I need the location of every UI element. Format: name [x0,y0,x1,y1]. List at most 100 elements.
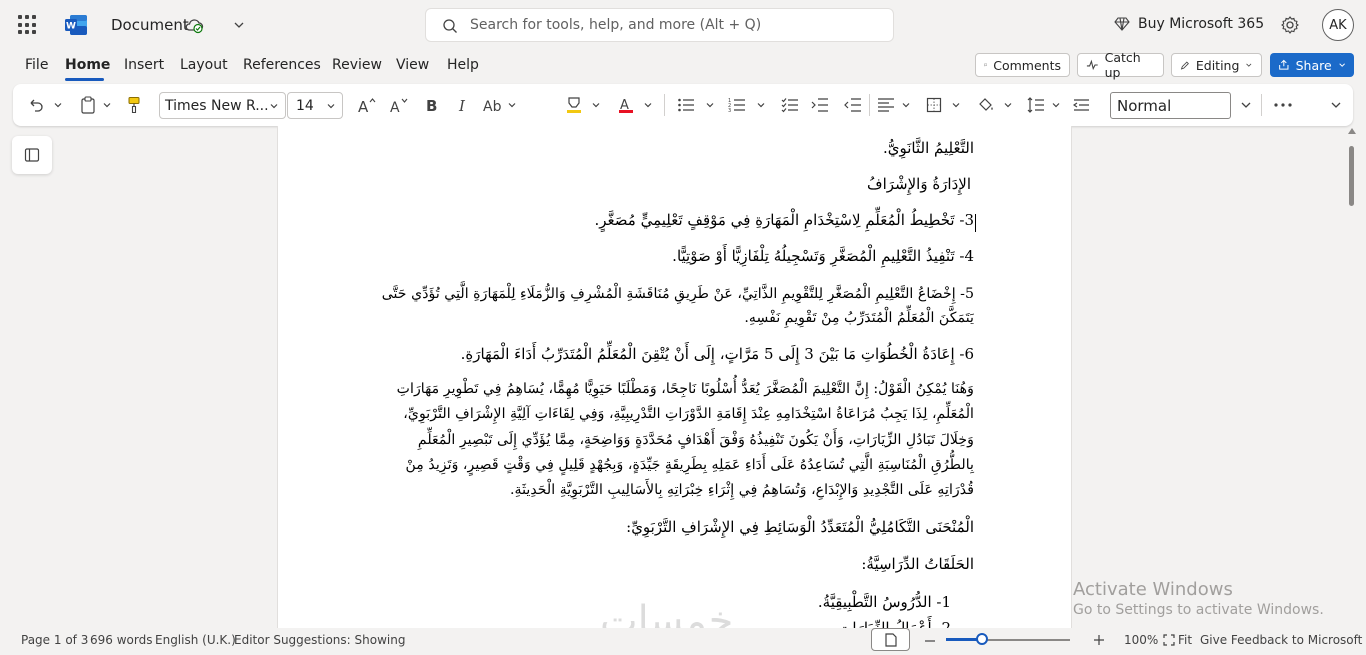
document-page[interactable]: التَّعْلِيمُ الثَّانَوِيُّ. الإِدَارَةُ … [277,126,1072,628]
paragraph-direction-button[interactable] [1071,94,1093,116]
search-input[interactable] [470,16,880,34]
ribbon-toolbar: Times New R... 14 A A B I Ab A 123 Norma… [13,84,1353,126]
numbering-button[interactable]: 123 [726,94,748,116]
outdent-icon [844,98,861,112]
ribbon-divider [1261,94,1262,116]
chevron-down-icon [54,103,62,108]
fit-button[interactable]: Fit [1178,633,1192,647]
paste-dropdown[interactable] [100,94,114,116]
chevron-down-icon [327,104,335,109]
highlight-color-button[interactable] [563,94,585,116]
navigation-pane-icon [24,148,40,162]
undo-dropdown[interactable] [51,94,65,116]
comments-button[interactable]: Comments [975,53,1070,77]
line-spacing-dropdown[interactable] [1049,94,1063,116]
editor-suggestions-status[interactable]: Editor Suggestions: Showing [234,633,405,647]
increase-indent-button[interactable] [809,94,831,116]
document-line: 4- تَنْفِيذُ التَّعْلِيمِ الْمُصَغَّرِ و… [672,247,974,265]
font-name-select[interactable]: Times New R... [159,92,286,119]
shading-button[interactable] [975,94,997,116]
zoom-slider-thumb[interactable] [976,633,988,645]
document-paragraph: وَهُنَا يُمْكِنُ الْقَوْلُ: إِنَّ التَّع… [374,377,974,503]
chevron-down-icon [902,103,910,108]
search-box[interactable] [425,8,894,42]
paragraph-line: وَخِلَالَ تَبَادُلِ الزِّيَارَاتِ، وَأَن… [417,431,974,448]
gear-icon[interactable] [1280,15,1300,35]
tab-layout[interactable]: Layout [180,57,228,73]
strikethrough-button[interactable]: Ab [482,94,504,116]
scroll-up-icon[interactable] [1348,128,1356,134]
strikethrough-icon: Ab [483,99,502,113]
tab-view[interactable]: View [396,57,429,73]
decrease-font-size-button[interactable]: A [388,94,410,116]
align-icon [878,98,894,112]
chevron-down-icon [103,103,111,108]
paste-button[interactable] [77,94,99,116]
bullets-button[interactable] [675,94,697,116]
catch-up-button[interactable]: Catch up [1077,50,1164,80]
language-status[interactable]: English (U.K.) [155,633,236,647]
tab-review[interactable]: Review [332,57,382,73]
buy-microsoft-365-button[interactable]: Buy Microsoft 365 [1114,16,1264,32]
scroll-thumb[interactable] [1349,146,1354,206]
cloud-saved-icon[interactable] [184,16,204,34]
font-color-dropdown[interactable] [641,94,655,116]
format-painter-button[interactable] [123,94,145,116]
line-spacing-icon [1027,97,1044,113]
bullets-dropdown[interactable] [703,94,717,116]
more-options-button[interactable] [1271,94,1295,116]
tab-references[interactable]: References [243,57,321,73]
borders-button[interactable] [923,94,945,116]
numbering-dropdown[interactable] [754,94,768,116]
page-count[interactable]: Page 1 of 3 [21,633,88,647]
diamond-icon [1114,17,1130,31]
font-size-select[interactable]: 14 [287,92,343,119]
highlight-dropdown[interactable] [589,94,603,116]
italic-button[interactable]: I [452,94,474,116]
tab-home[interactable]: Home [65,57,110,73]
document-title[interactable]: Document [111,16,189,34]
styles-dropdown[interactable] [1237,94,1255,116]
zoom-out-icon[interactable] [924,635,936,647]
format-painter-icon [128,97,140,114]
vertical-scrollbar[interactable] [1346,126,1358,628]
print-layout-view-button[interactable] [871,628,910,651]
navigation-pane-button[interactable] [12,136,52,174]
feedback-link[interactable]: Give Feedback to Microsoft [1200,633,1362,647]
tab-insert[interactable]: Insert [124,57,164,73]
bold-button[interactable]: B [421,94,443,116]
decrease-indent-button[interactable] [842,94,864,116]
increase-font-size-button[interactable]: A [356,94,378,116]
avatar[interactable]: AK [1322,9,1354,41]
style-select[interactable]: Normal [1110,92,1231,119]
editing-label: Editing [1195,57,1240,73]
alignment-dropdown[interactable] [899,94,913,116]
app-launcher-icon[interactable] [18,15,38,35]
ribbon-divider [869,94,870,116]
shading-dropdown[interactable] [1001,94,1015,116]
line-spacing-button[interactable] [1025,94,1047,116]
share-button[interactable]: Share [1270,53,1354,77]
search-icon [443,19,457,33]
word-count[interactable]: 696 words [90,633,152,647]
expand-ribbon-button[interactable] [1327,94,1345,116]
chevron-down-icon[interactable] [232,18,246,32]
editing-mode-button[interactable]: Editing [1171,53,1262,77]
zoom-level[interactable]: 100% [1124,633,1158,647]
checklist-icon [781,98,798,113]
zoom-in-icon[interactable] [1093,634,1105,646]
checklist-button[interactable] [779,94,801,116]
alignment-button[interactable] [875,94,897,116]
undo-button[interactable] [25,94,47,116]
undo-icon [30,99,43,112]
font-color-button[interactable]: A [615,94,637,116]
tab-file[interactable]: File [25,57,48,73]
grow-font-icon: A [358,98,376,114]
word-logo-icon[interactable]: W [64,13,88,37]
paragraph-line: وَهُنَا يُمْكِنُ الْقَوْلُ: إِنَّ التَّع… [396,381,974,397]
strikethrough-dropdown[interactable] [505,94,519,116]
borders-dropdown[interactable] [949,94,963,116]
indent-icon [811,98,828,112]
tab-help[interactable]: Help [447,57,479,73]
svg-text:A: A [358,98,369,114]
